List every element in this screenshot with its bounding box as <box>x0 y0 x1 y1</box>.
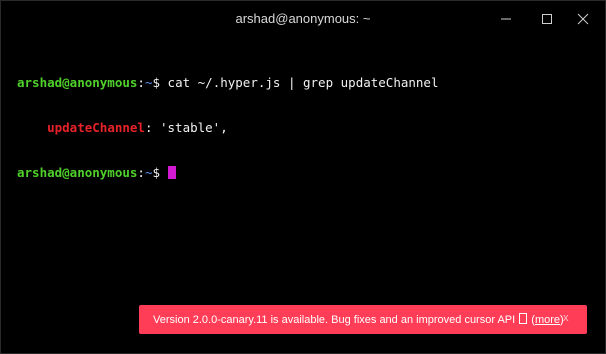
command-text: cat ~/.hyper.js | grep updateChannel <box>167 75 439 90</box>
prompt-symbol: $ <box>152 165 168 180</box>
prompt-separator: : <box>137 75 145 90</box>
terminal-output[interactable]: arshad@anonymous:~$ cat ~/.hyper.js | gr… <box>17 45 597 210</box>
update-notification: Version 2.0.0-canary.11 is available. Bu… <box>139 305 587 334</box>
title-bar[interactable]: arshad@anonymous: ~ <box>1 1 605 37</box>
minimize-button[interactable] <box>495 9 517 29</box>
terminal-line-output: updateChannel: 'stable', <box>17 120 597 135</box>
close-button[interactable] <box>572 9 594 29</box>
text-cursor <box>167 166 176 179</box>
prompt-user: arshad@anonymous <box>17 75 138 90</box>
notification-close-button[interactable]: x <box>563 312 573 324</box>
output-rest: : 'stable', <box>144 120 228 135</box>
terminal-line-prompt: arshad@anonymous:~$ <box>17 165 597 180</box>
prompt-symbol: $ <box>152 75 168 90</box>
notification-close-icon: x <box>563 312 569 324</box>
more-link[interactable]: more <box>535 314 560 326</box>
terminal-line-command: arshad@anonymous:~$ cat ~/.hyper.js | gr… <box>17 75 597 90</box>
prompt-separator: : <box>137 165 145 180</box>
terminal-window: arshad@anonymous: ~ arshad@anonymous:~$ … <box>0 0 606 354</box>
notification-open-paren: ( <box>528 314 535 326</box>
prompt-user: arshad@anonymous <box>17 165 138 180</box>
minimize-icon <box>501 18 511 20</box>
output-match: updateChannel <box>47 120 145 135</box>
maximize-icon <box>542 14 552 24</box>
output-indent <box>17 120 47 135</box>
maximize-button[interactable] <box>536 9 558 29</box>
notification-message: Version 2.0.0-canary.11 is available. Bu… <box>153 314 519 326</box>
missing-glyph-icon <box>519 313 528 324</box>
close-icon <box>577 13 589 25</box>
